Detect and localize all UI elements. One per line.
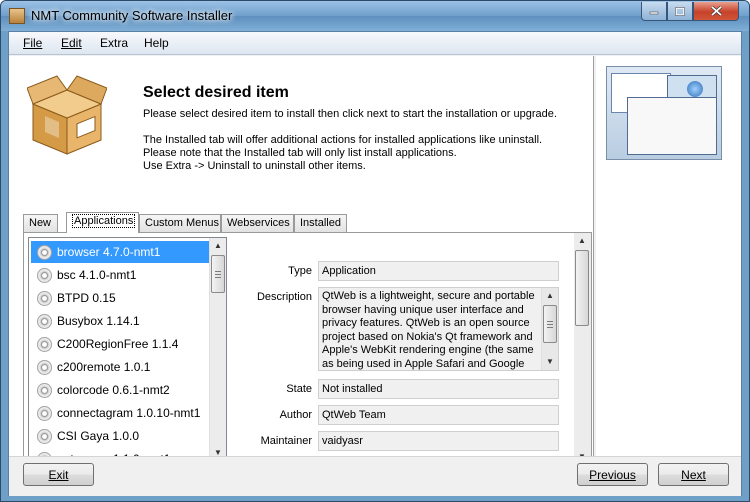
scroll-up-arrow-icon[interactable]: ▲ — [542, 288, 558, 304]
package-box-icon — [27, 75, 107, 155]
disc-icon — [37, 405, 52, 421]
menu-extra[interactable]: Extra — [100, 36, 128, 50]
details-panel: Type Application Description QtWeb is a … — [232, 233, 591, 467]
minimize-icon — [649, 11, 659, 15]
disc-icon — [37, 336, 52, 352]
list-scrollbar[interactable]: ▲ ▼ — [209, 238, 226, 461]
description-scroll-thumb[interactable] — [543, 305, 557, 343]
scroll-up-arrow-icon[interactable]: ▲ — [210, 238, 226, 254]
title-bar[interactable]: NMT Community Software Installer — [1, 1, 749, 31]
details-scrollbar[interactable]: ▲ ▼ — [574, 233, 591, 465]
description-scrollbar[interactable]: ▲ ▼ — [541, 288, 558, 370]
close-button[interactable] — [693, 2, 739, 21]
instruction-text: Please select desired item to install th… — [143, 108, 557, 120]
tab-applications[interactable]: Applications — [66, 212, 139, 233]
window-title: NMT Community Software Installer — [31, 8, 233, 23]
maximize-button[interactable] — [667, 2, 693, 21]
list-item[interactable]: BTPD 0.15 — [31, 287, 212, 309]
list-item[interactable]: C200RegionFree 1.1.4 — [31, 333, 212, 355]
type-value: Application — [318, 261, 559, 281]
list-item[interactable]: Busybox 1.14.1 — [31, 310, 212, 332]
type-label: Type — [288, 265, 312, 277]
menu-file[interactable]: File — [23, 36, 42, 50]
description-text: QtWeb is a lightweight, secure and porta… — [318, 287, 559, 371]
tab-custom-menus[interactable]: Custom Menus — [139, 214, 221, 232]
screenshot-thumbnail — [606, 66, 722, 160]
author-value: QtWeb Team — [318, 405, 559, 425]
list-item[interactable]: colorcode 0.6.1-nmt2 — [31, 379, 212, 401]
disc-icon — [37, 244, 52, 260]
scroll-up-arrow-icon[interactable]: ▲ — [574, 233, 590, 249]
button-bar: Exit Previous Next — [9, 456, 741, 496]
disc-icon — [37, 359, 52, 375]
main-panel: Select desired item Please select desire… — [9, 56, 594, 467]
menu-help[interactable]: Help — [144, 36, 169, 50]
details-scroll-thumb[interactable] — [575, 250, 589, 326]
tab-webservices[interactable]: Webservices — [221, 214, 294, 232]
state-value: Not installed — [318, 379, 559, 399]
maximize-icon — [675, 6, 685, 16]
disc-icon — [37, 290, 52, 306]
list-item[interactable]: bsc 4.1.0-nmt1 — [31, 264, 212, 286]
applications-panel: browser 4.7.0-nmt1 bsc 4.1.0-nmt1 BTPD 0… — [23, 232, 592, 467]
menu-bar: File Edit Extra Help — [9, 32, 741, 55]
tab-new[interactable]: New — [23, 214, 58, 232]
close-icon — [710, 6, 722, 16]
window-client: File Edit Extra Help Select desired item… — [8, 31, 742, 496]
list-item[interactable]: connectagram 1.0.10-nmt1 — [31, 402, 212, 424]
exit-button[interactable]: Exit — [23, 463, 94, 486]
next-button[interactable]: Next — [658, 463, 729, 486]
installer-window: NMT Community Software Installer File Ed… — [0, 0, 750, 502]
disc-icon — [37, 267, 52, 283]
list-item[interactable]: browser 4.7.0-nmt1 — [31, 241, 212, 263]
previous-button[interactable]: Previous — [577, 463, 648, 486]
minimize-button[interactable] — [641, 2, 667, 21]
tab-installed[interactable]: Installed — [294, 214, 347, 232]
disc-icon — [37, 313, 52, 329]
globe-icon — [687, 81, 703, 97]
disc-icon — [37, 428, 52, 444]
list-item[interactable]: c200remote 1.0.1 — [31, 356, 212, 378]
scroll-down-arrow-icon[interactable]: ▼ — [542, 354, 558, 370]
state-label: State — [286, 383, 312, 395]
disc-icon — [37, 382, 52, 398]
list-scroll-thumb[interactable] — [211, 255, 225, 293]
page-title: Select desired item — [143, 84, 289, 101]
list-item[interactable]: CSI Gaya 1.0.0 — [31, 425, 212, 447]
maintainer-label: Maintainer — [260, 435, 312, 447]
application-list[interactable]: browser 4.7.0-nmt1 bsc 4.1.0-nmt1 BTPD 0… — [28, 237, 227, 462]
installed-tab-note: The Installed tab will offer additional … — [143, 134, 543, 146]
menu-edit[interactable]: Edit — [61, 36, 82, 50]
maintainer-value: vaidyasr — [318, 431, 559, 451]
description-label: Description — [256, 291, 312, 303]
preview-pane — [596, 56, 741, 456]
installed-tab-note-2: Please note that the Installed tab will … — [143, 147, 457, 159]
uninstall-note: Use Extra -> Uninstall to uninstall othe… — [143, 160, 366, 172]
author-label: Author — [279, 409, 312, 421]
app-icon — [9, 8, 25, 24]
